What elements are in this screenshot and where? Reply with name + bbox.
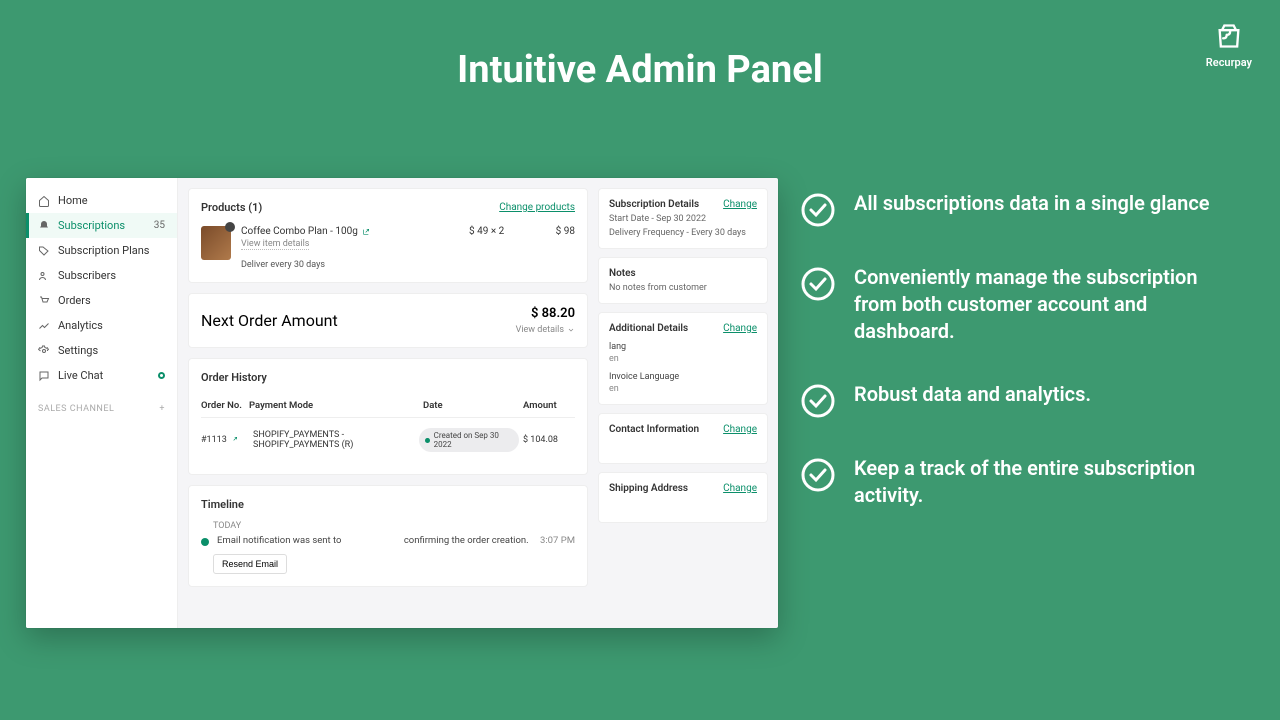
notes-body: No notes from customer (609, 283, 757, 293)
card-heading: Subscription Details (609, 199, 699, 210)
chat-icon (38, 370, 50, 382)
sidebar-item-home[interactable]: Home (26, 188, 177, 213)
timeline-event: Email notification was sent to confirmin… (217, 535, 532, 546)
check-icon (800, 457, 836, 493)
delivery-frequency: Delivery Frequency - Every 30 days (609, 228, 757, 238)
timeline-title: Timeline (201, 498, 244, 511)
change-link[interactable]: Change (723, 424, 757, 435)
sidebar-item-subscriptions[interactable]: Subscriptions 35 (26, 213, 177, 238)
add-channel-button[interactable]: + (159, 404, 165, 414)
sidebar-item-label: Settings (58, 344, 98, 357)
sidebar-item-label: Subscribers (58, 269, 116, 282)
external-link-icon[interactable] (362, 228, 370, 236)
analytics-icon (38, 320, 50, 332)
timeline-card: Timeline TODAY Email notification was se… (188, 485, 588, 587)
products-card: Products (1) Change products Coffee Combo… (188, 188, 588, 283)
product-name: Coffee Combo Plan - 100g (241, 226, 358, 237)
sidebar-item-orders[interactable]: Orders (26, 288, 177, 313)
order-number[interactable]: #1113 (201, 435, 227, 445)
sidebar-item-livechat[interactable]: Live Chat (26, 363, 177, 388)
sidebar-item-label: Live Chat (58, 369, 103, 382)
delivery-frequency: Deliver every 30 days (241, 260, 459, 270)
products-title: Products (1) (201, 201, 262, 214)
order-history-title: Order History (201, 371, 267, 384)
order-amount: $ 104.08 (523, 435, 575, 445)
subscription-details-card: Subscription Details Change Start Date - … (598, 188, 768, 249)
detail-key: Invoice Language (609, 372, 757, 382)
next-order-amount: $ 88.20 (516, 306, 575, 321)
users-icon (38, 270, 50, 282)
sales-channel-header: SALES CHANNEL+ (26, 388, 177, 414)
page-title: Intuitive Admin Panel (0, 48, 1280, 92)
sidebar-item-plans[interactable]: Subscription Plans (26, 238, 177, 263)
sidebar-item-label: Subscription Plans (58, 244, 150, 257)
sidebar-item-settings[interactable]: Settings (26, 338, 177, 363)
timeline-dot-icon (201, 538, 209, 546)
detail-value: en (609, 354, 757, 364)
order-history-card: Order History Order No. Payment Mode Dat… (188, 358, 588, 475)
additional-details-card: Additional Details Change lang en Invoice… (598, 312, 768, 405)
subscription-icon (38, 220, 50, 232)
date-pill: Created on Sep 30 2022 (419, 428, 519, 452)
card-heading: Shipping Address (609, 483, 688, 494)
tag-icon (38, 245, 50, 257)
timeline-today-label: TODAY (213, 521, 575, 531)
col-date: Date (423, 400, 523, 411)
contact-info-card: Contact Information Change (598, 413, 768, 464)
sidebar-item-analytics[interactable]: Analytics (26, 313, 177, 338)
sidebar-item-subscribers[interactable]: Subscribers (26, 263, 177, 288)
card-heading: Additional Details (609, 323, 688, 334)
sidebar-item-label: Orders (58, 294, 91, 307)
brand-name: Recurpay (1206, 56, 1252, 69)
col-order-no: Order No. (201, 400, 249, 411)
status-dot-icon (425, 438, 430, 443)
card-heading: Notes (609, 268, 636, 279)
shipping-address-card: Shipping Address Change (598, 472, 768, 523)
home-icon (38, 195, 50, 207)
col-payment-mode: Payment Mode (249, 400, 423, 411)
start-date: Start Date - Sep 30 2022 (609, 214, 757, 224)
change-products-link[interactable]: Change products (499, 202, 575, 213)
feature-text: Robust data and analytics. (854, 381, 1091, 408)
notes-card: Notes No notes from customer (598, 257, 768, 304)
feature-text: All subscriptions data in a single glanc… (854, 190, 1210, 217)
feature-text: Keep a track of the entire subscription … (854, 455, 1220, 509)
chevron-down-icon (567, 326, 575, 334)
feature-list: All subscriptions data in a single glanc… (800, 190, 1220, 545)
external-link-icon[interactable] (230, 436, 238, 444)
view-details-link[interactable]: View details (516, 325, 575, 335)
check-icon (800, 383, 836, 419)
change-link[interactable]: Change (723, 199, 757, 210)
resend-email-button[interactable]: Resend Email (213, 554, 287, 574)
view-item-details-link[interactable]: View item details (241, 239, 309, 250)
change-link[interactable]: Change (723, 483, 757, 494)
gear-icon (38, 345, 50, 357)
product-thumbnail (201, 226, 231, 260)
online-dot-icon (158, 372, 165, 379)
col-amount: Amount (523, 400, 575, 411)
detail-key: lang (609, 342, 757, 352)
line-total: $ 98 (535, 226, 575, 237)
change-link[interactable]: Change (723, 323, 757, 334)
feature-text: Conveniently manage the subscription fro… (854, 264, 1220, 345)
unit-price: $ 49 × 2 (469, 226, 525, 237)
sidebar-item-label: Subscriptions (58, 219, 125, 232)
card-heading: Contact Information (609, 424, 699, 435)
timeline-time: 3:07 PM (540, 535, 575, 546)
check-icon (800, 192, 836, 228)
cart-icon (38, 295, 50, 307)
sidebar-item-label: Analytics (58, 319, 103, 332)
payment-mode: SHOPIFY_PAYMENTS - SHOPIFY_PAYMENTS (R) (253, 430, 415, 450)
check-icon (800, 266, 836, 302)
admin-panel: Home Subscriptions35 Subscription Plans … (26, 178, 778, 628)
order-row: #1113 SHOPIFY_PAYMENTS - SHOPIFY_PAYMENT… (201, 418, 575, 462)
sidebar-item-label: Home (58, 194, 88, 207)
badge: 35 (154, 220, 165, 231)
sidebar: Home Subscriptions35 Subscription Plans … (26, 178, 178, 628)
next-order-card: Next Order Amount $ 88.20 View details (188, 293, 588, 348)
detail-value: en (609, 384, 757, 394)
brand-logo: Recurpay (1206, 22, 1252, 69)
next-order-label: Next Order Amount (201, 311, 338, 330)
